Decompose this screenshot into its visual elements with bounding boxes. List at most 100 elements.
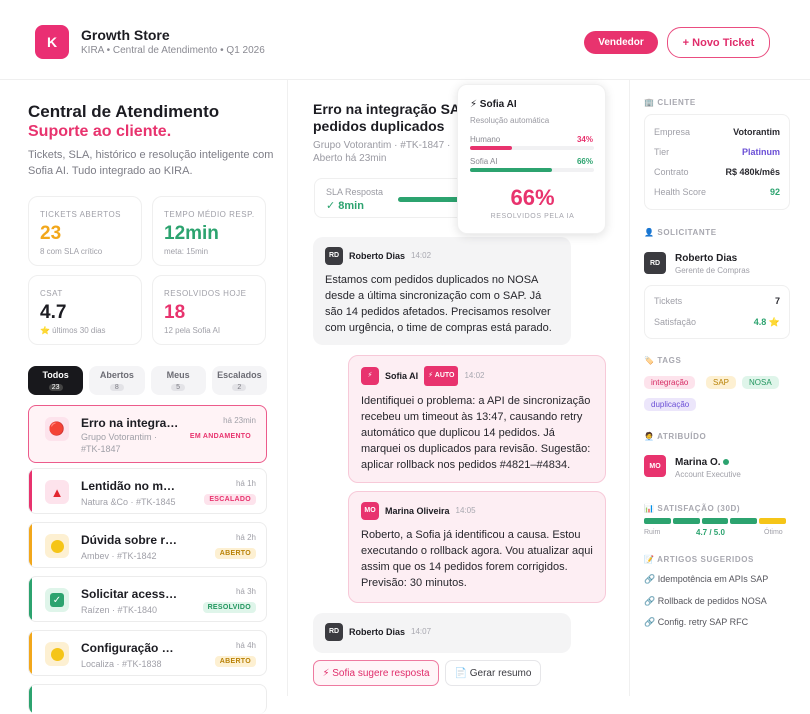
priority-stripe [29, 577, 32, 621]
new-ticket-button[interactable]: + Novo Ticket [667, 27, 770, 58]
ticket-title: Erro na integraç… [81, 416, 181, 430]
ticket-time: há 3h [235, 587, 256, 596]
yellow-circle-icon [45, 534, 69, 558]
client-row: Empresa Votorantim [654, 127, 780, 137]
message-header: ⚡ Sofia AI ⚡ AUTO 14:02 [361, 366, 593, 386]
message-sofia-ai: ⚡ Sofia AI ⚡ AUTO 14:02 Identifiquei o p… [348, 355, 606, 483]
bar-sofia [470, 168, 594, 172]
popup-title: ⚡ Sofia AI [470, 99, 517, 110]
page-subtitle: Suporte ao cliente. [28, 123, 172, 140]
section-satisfaction: 📊 SATISFAÇÃO (30D) [644, 504, 741, 513]
message-text: Estamos com pedidos duplicados no NOSA d… [325, 274, 552, 334]
message-header: RD Roberto Dias 14:02 [325, 247, 559, 265]
bar-fill-human [470, 146, 513, 150]
section-articles: 📝 ARTIGOS SUGERIDOS [644, 555, 754, 564]
role-button[interactable]: Vendedor [584, 31, 658, 54]
conversation-title-line2: pedidos duplicados [313, 118, 445, 134]
ticket-details-panel: 🏢 CLIENTE Empresa Votorantim Tier Platinum… [630, 80, 810, 696]
tab-escalados[interactable]: Escalados 2 [211, 366, 267, 395]
message-time: 14:02 [464, 371, 485, 380]
satisfaction-low-label: Ruim [644, 529, 661, 536]
ticket-meta: Grupo Votorantim · #TK-1847 [81, 431, 157, 455]
tab-meus[interactable]: Meus 5 [150, 366, 206, 395]
stat-value: 4.7 [40, 302, 67, 323]
client-card: Empresa Votorantim Tier Platinum Contrato R… [644, 114, 790, 210]
stat-label: CSAT [40, 289, 63, 298]
requester-role: Gerente de Compras [675, 266, 750, 275]
priority-stripe [29, 631, 32, 675]
satisfaction-segment [644, 518, 671, 524]
generate-summary-button[interactable]: 📄 Gerar resumo [445, 660, 541, 686]
red-triangle-icon: ▲ [45, 480, 69, 504]
ticket-item-partial[interactable] [28, 684, 267, 714]
article-link[interactable]: 🔗 Config. retry SAP RFC [644, 617, 748, 628]
message-time: 14:05 [455, 506, 476, 515]
stat-card-response-time: TEMPO MÉDIO RESP. 12min meta: 15min [152, 196, 266, 266]
app-logo[interactable]: K [35, 25, 69, 59]
section-requester: 👤 SOLICITANTE [644, 228, 717, 237]
stat-note: ⭐ últimos 30 dias [40, 326, 106, 335]
page-description: Tickets, SLA, histórico e resolução inte… [28, 149, 274, 177]
stat-note: 12 pela Sofia AI [164, 326, 221, 335]
ticket-item-tk-1847[interactable]: 🔴 Erro na integraç… Grupo Votorantim · #… [28, 405, 267, 463]
ticket-meta: Raízen · #TK-1840 [81, 605, 158, 615]
section-assigned: 🧑‍💼 ATRIBUÍDO [644, 432, 707, 441]
ticket-item-tk-1842[interactable]: Dúvida sobre relatório … Ambev · #TK-184… [28, 522, 267, 568]
tab-abertos[interactable]: Abertos 8 [89, 366, 145, 395]
section-client: 🏢 CLIENTE [644, 98, 696, 107]
ticket-item-tk-1845[interactable]: ▲ Lentidão no módulo … Natura &Co · #TK-… [28, 468, 267, 514]
sofia-ai-popup: ⚡ Sofia AI Resolução automática Humano 3… [457, 84, 606, 234]
tab-count: 5 [171, 384, 186, 391]
ticket-item-tk-1838[interactable]: Configuração de work… Localiza · #TK-183… [28, 630, 267, 676]
ticket-id: #TK-1847 [81, 444, 121, 454]
satisfaction-segment [730, 518, 758, 524]
ticket-meta: Localiza · #TK-1838 [81, 659, 162, 669]
article-link[interactable]: 🔗 Rollback de pedidos NOSA [644, 596, 767, 607]
tab-count: 23 [48, 384, 63, 391]
tag-integracao[interactable]: integração [644, 376, 696, 389]
assignee-name[interactable]: Marina O. [675, 457, 730, 468]
satisfaction-segment [759, 518, 786, 524]
requester-name[interactable]: Roberto Dias [675, 253, 737, 264]
sla-label: SLA Resposta [326, 187, 384, 197]
conversation-meta-line1: Grupo Votorantim · #TK-1847 · [313, 140, 451, 151]
sla-value: ✓ 8min [326, 200, 364, 212]
stat-note: meta: 15min [164, 247, 209, 256]
ticket-list-panel: Central de Atendimento Suporte ao client… [0, 80, 288, 714]
ticket-title: Dúvida sobre relatório … [81, 533, 181, 547]
article-link[interactable]: 🔗 Idempotência em APIs SAP [644, 574, 768, 585]
message-author: Sofia AI [385, 371, 419, 381]
satisfaction-segment [672, 518, 700, 524]
message-author: Roberto Dias [349, 627, 406, 637]
ticket-company: Grupo Votorantim · [81, 432, 158, 442]
stat-value: 23 [40, 223, 62, 244]
requester-row: Tickets 7 [654, 296, 780, 306]
tab-todos[interactable]: Todos 23 [28, 366, 84, 395]
avatar: MO [644, 455, 666, 477]
tag-duplicacao[interactable]: duplicação [644, 398, 697, 411]
status-badge: ABERTO [214, 656, 256, 667]
row-value-sofia: 66% [576, 157, 593, 166]
message-author: Marina Oliveira [385, 506, 450, 516]
ticket-time: há 4h [235, 641, 256, 650]
ticket-title: Configuração de work… [81, 641, 181, 655]
client-row: Contrato R$ 480k/mês [654, 167, 780, 177]
yellow-circle-icon [45, 642, 69, 666]
ticket-title: Solicitar acesso nov… [81, 587, 181, 601]
page-title: Central de Atendimento [28, 102, 220, 121]
conversation-meta-line2: Aberto há 23min [313, 153, 387, 164]
tag-sap[interactable]: SAP [706, 376, 737, 389]
message-marina: MO Marina Oliveira 14:05 Roberto, a Sofi… [348, 491, 606, 603]
section-tags: 🏷️ TAGS [644, 356, 682, 365]
check-mark-icon: ✓ [45, 588, 69, 612]
priority-stripe [29, 523, 32, 567]
ticket-item-tk-1840[interactable]: ✓ Solicitar acesso nov… Raízen · #TK-184… [28, 576, 267, 622]
stat-note: 8 com SLA crítico [40, 247, 103, 256]
tag-nosa[interactable]: NOSA [742, 376, 779, 389]
sofia-suggest-button[interactable]: ⚡ Sofia sugere resposta [313, 660, 439, 686]
ai-resolution-rate: 66% [510, 185, 555, 210]
stat-label: RESOLVIDOS HOJE [164, 289, 247, 298]
top-bar: K Growth Store KIRA • Central de Atendim… [0, 0, 810, 80]
ticket-meta: Ambev · #TK-1842 [81, 551, 157, 561]
priority-stripe [29, 685, 32, 714]
